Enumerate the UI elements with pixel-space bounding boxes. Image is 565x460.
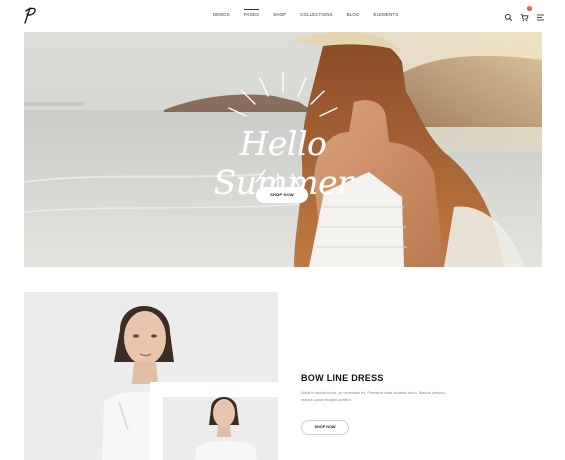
header-actions: 0 — [504, 6, 545, 22]
nav-item-demos[interactable]: DEMOS — [213, 12, 230, 17]
cart-button[interactable]: 0 — [520, 6, 532, 22]
brand-logo[interactable] — [20, 5, 40, 25]
nav-item-pages[interactable]: PAGES — [243, 9, 260, 17]
hero-shop-now-button[interactable]: SHOP NOW — [256, 187, 308, 203]
model-thumbnail-photo — [163, 397, 278, 460]
product-title: BOW LINE DRESS — [301, 373, 384, 383]
nav-item-blog[interactable]: BLOG — [347, 12, 360, 17]
search-icon — [504, 13, 513, 22]
product-shop-now-button[interactable]: SHOP NOW — [301, 420, 349, 435]
product-thumbnail-image[interactable] — [163, 397, 278, 460]
product-description: Nulla in lacinia tortor, ac venenatis mi… — [301, 390, 446, 402]
site-header: DEMOS PAGES SHOP COLLECTIONS BLOG ELEMEN… — [0, 0, 565, 30]
cart-icon — [520, 14, 529, 22]
menu-button[interactable] — [536, 9, 545, 21]
logo-icon — [24, 7, 36, 24]
search-button[interactable] — [504, 9, 513, 22]
nav-item-shop[interactable]: SHOP — [273, 12, 286, 17]
cart-count-badge: 0 — [527, 6, 532, 11]
nav-item-elements[interactable]: ELEMENTS — [374, 12, 399, 17]
main-nav: DEMOS PAGES SHOP COLLECTIONS BLOG ELEMEN… — [213, 9, 399, 17]
hero-banner: Hello Summer SHOP NOW — [24, 32, 542, 267]
menu-icon — [537, 14, 544, 21]
nav-item-collections[interactable]: COLLECTIONS — [300, 12, 333, 17]
